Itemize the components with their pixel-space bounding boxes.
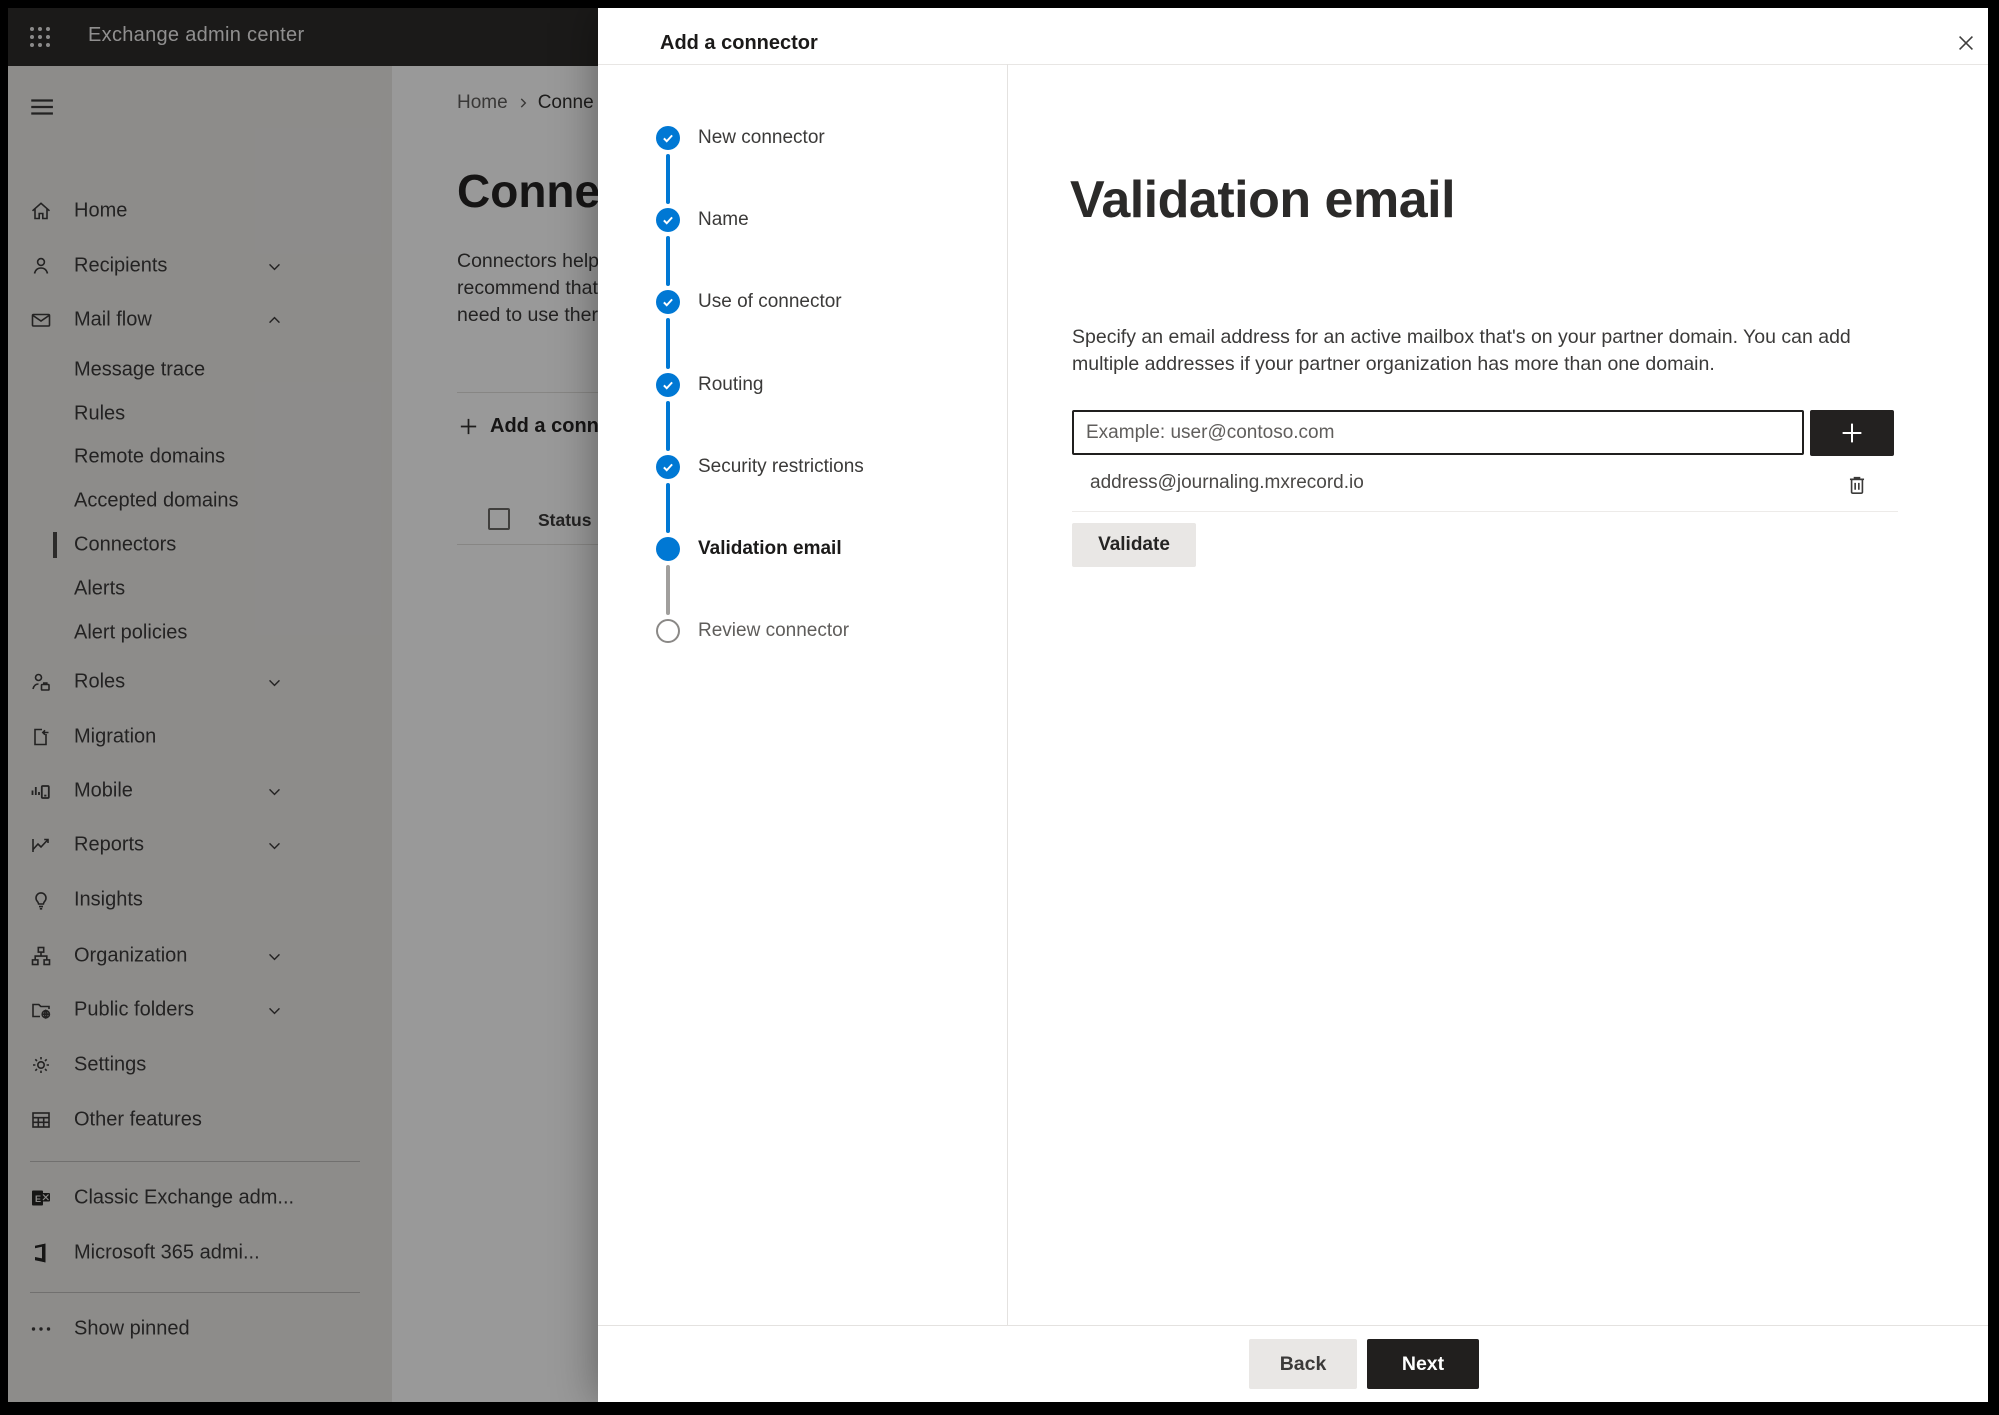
step-check-icon bbox=[656, 455, 680, 479]
validate-button[interactable]: Validate bbox=[1072, 523, 1196, 567]
panel-title: Validation email bbox=[1070, 171, 1456, 229]
trash-icon bbox=[1844, 472, 1878, 498]
footer-divider bbox=[598, 1325, 1988, 1326]
plus-icon bbox=[1837, 418, 1867, 448]
dialog-title: Add a connector bbox=[660, 32, 818, 54]
step-connector-line bbox=[666, 565, 670, 615]
add-email-button[interactable] bbox=[1810, 410, 1894, 456]
wizard-steps bbox=[598, 64, 1008, 1325]
divider bbox=[1072, 511, 1898, 512]
step-check-icon bbox=[656, 373, 680, 397]
step-connector-line bbox=[666, 401, 670, 451]
step-check-icon bbox=[656, 126, 680, 150]
step-todo-circle bbox=[656, 619, 680, 643]
close-icon bbox=[1955, 32, 1977, 54]
step-connector-line bbox=[666, 154, 670, 204]
panel-description: Specify an email address for an active m… bbox=[1072, 326, 1851, 375]
step-check-icon bbox=[656, 290, 680, 314]
step-connector-line bbox=[666, 483, 670, 533]
add-connector-dialog: Add a connector New connector Name Use o… bbox=[598, 8, 1988, 1402]
back-button[interactable]: Back bbox=[1249, 1339, 1357, 1389]
step-connector-line bbox=[666, 318, 670, 369]
close-button[interactable] bbox=[1946, 23, 1986, 63]
email-address-value: address@journaling.mxrecord.io bbox=[1090, 472, 1364, 493]
next-button[interactable]: Next bbox=[1367, 1339, 1479, 1389]
email-address-row: address@journaling.mxrecord.io bbox=[1072, 466, 1898, 502]
step-connector-line bbox=[666, 236, 670, 286]
step-current-dot bbox=[656, 537, 680, 561]
delete-address-button[interactable] bbox=[1844, 468, 1878, 502]
screen: Exchange admin center Home Recipients Ma… bbox=[8, 8, 1988, 1402]
validation-email-input[interactable] bbox=[1072, 410, 1804, 455]
step-check-icon bbox=[656, 208, 680, 232]
